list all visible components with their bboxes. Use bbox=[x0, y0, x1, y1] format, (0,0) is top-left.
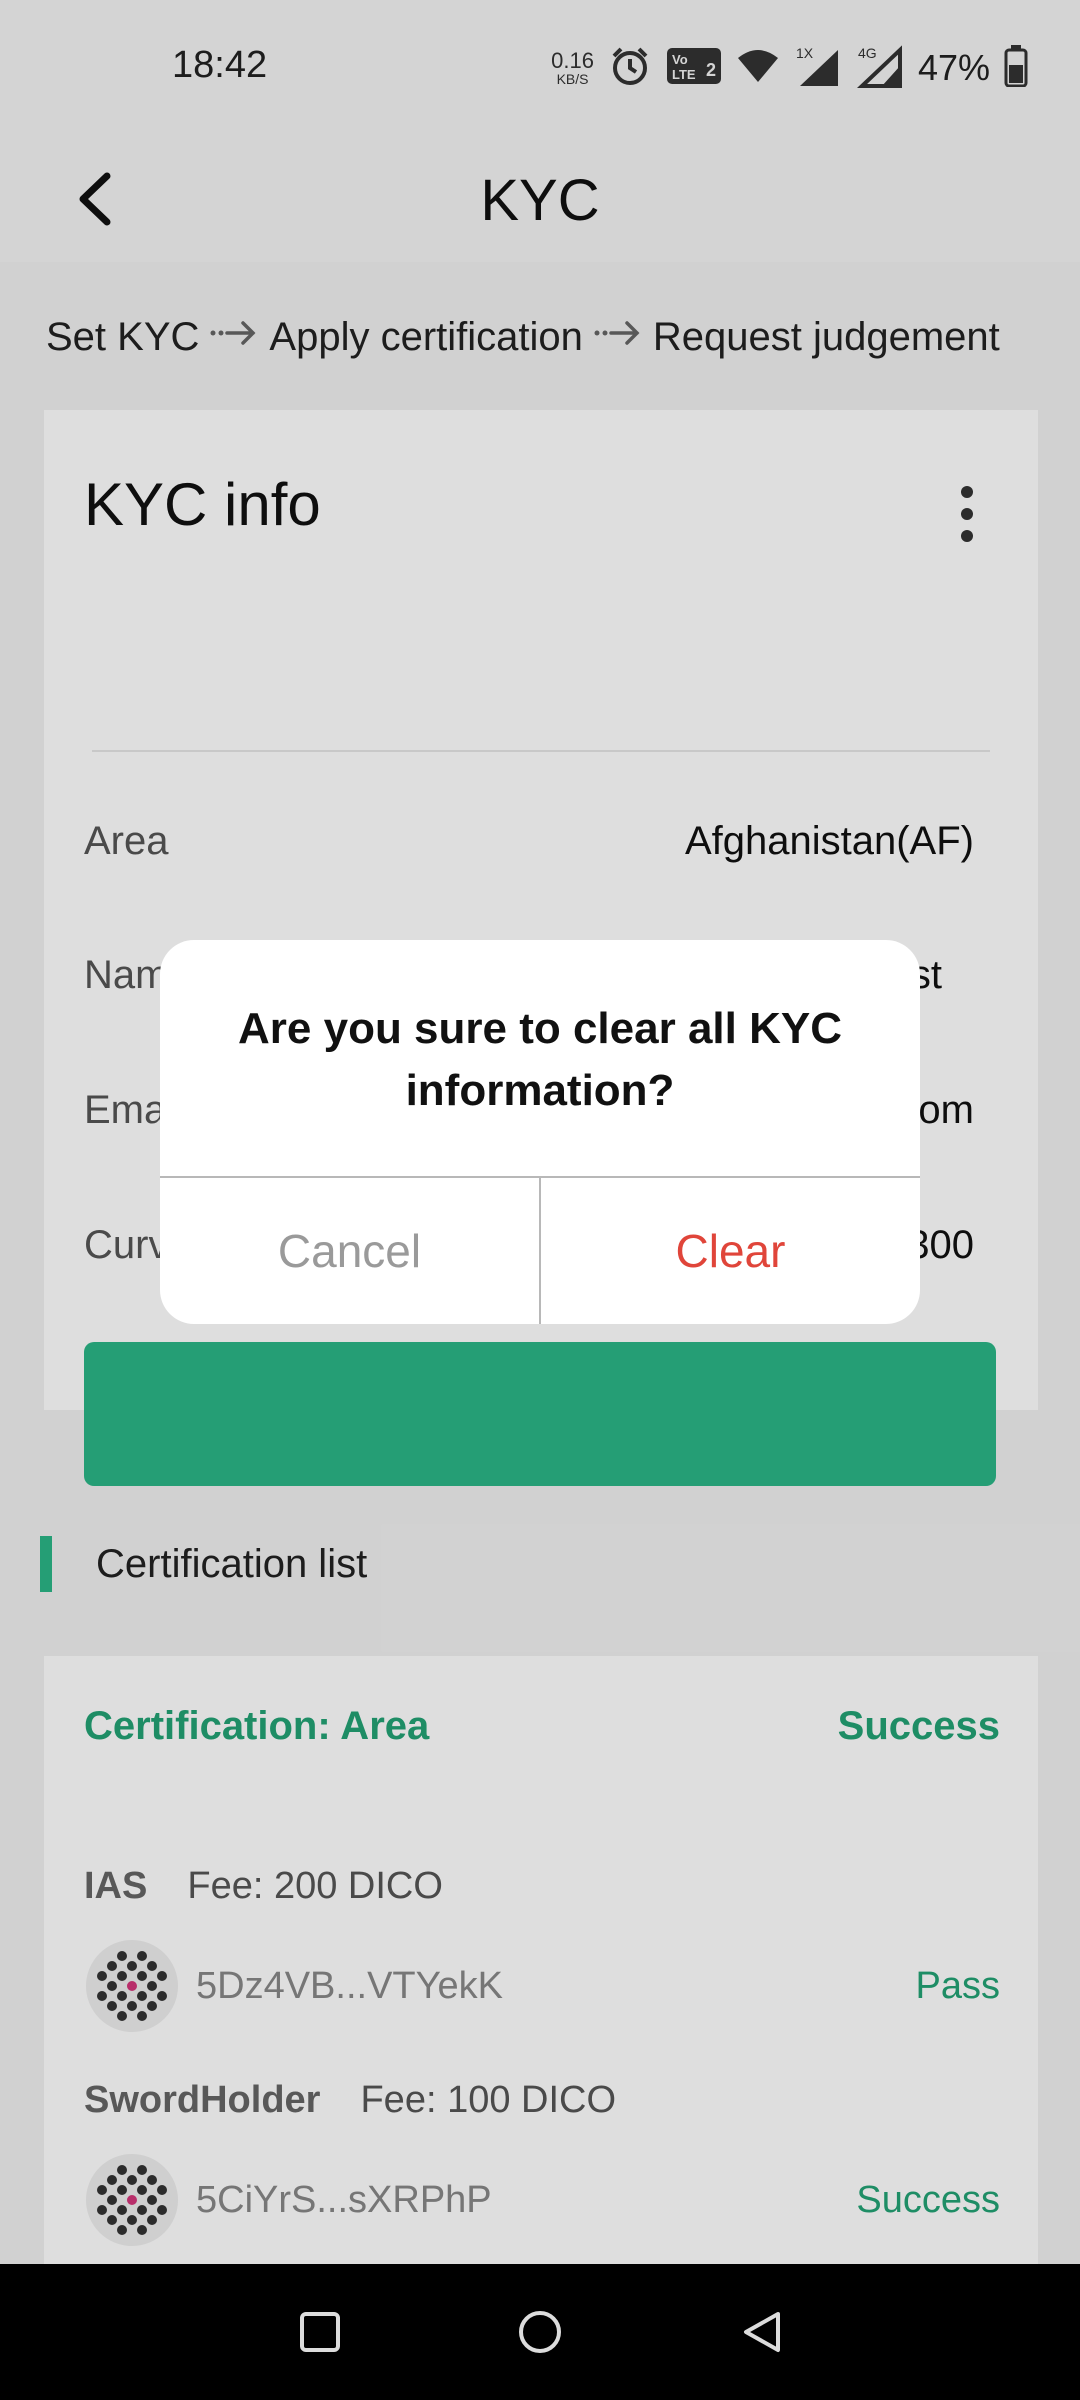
back-icon[interactable] bbox=[722, 2292, 802, 2372]
cancel-button[interactable]: Cancel bbox=[160, 1178, 539, 1324]
dialog-message: Are you sure to clear all KYC informatio… bbox=[238, 1004, 842, 1115]
system-nav-bar bbox=[0, 2264, 1080, 2400]
clear-button[interactable]: Clear bbox=[541, 1178, 920, 1324]
home-icon[interactable] bbox=[500, 2292, 580, 2372]
recent-apps-icon[interactable] bbox=[280, 2292, 360, 2372]
confirm-clear-dialog: Are you sure to clear all KYC informatio… bbox=[160, 940, 920, 1324]
